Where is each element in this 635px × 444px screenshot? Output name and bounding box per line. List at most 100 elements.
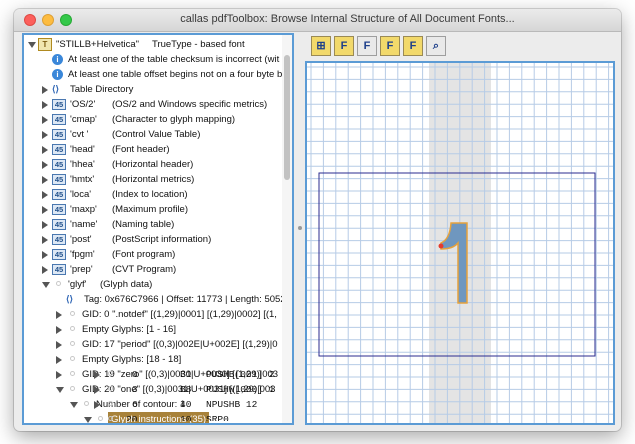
disclosure-right-icon[interactable]: [42, 146, 48, 154]
tree-item-table[interactable]: 45 'head' (Font header): [24, 142, 280, 157]
table-icon: 45: [52, 264, 66, 275]
tree-scrollbar[interactable]: [282, 35, 292, 423]
tree-item-table[interactable]: 45 'hhea' (Horizontal header): [24, 157, 280, 172]
table-tag: 'post': [70, 234, 92, 245]
zoom-button[interactable]: [60, 14, 72, 26]
tree-item-glyph-selected[interactable]: GID: 20 "one" [(0,3)|0031|U+0031] [(1,29…: [24, 382, 280, 397]
table-tag: 'hhea': [70, 159, 95, 170]
tree-item-glyph[interactable]: GID: 17 "period" [(0,3)|002E|U+002E] [(1…: [24, 337, 280, 352]
table-icon: 45: [52, 219, 66, 230]
tree-item-glyph[interactable]: Empty Glyphs: [18 - 18]: [24, 352, 280, 367]
tree-item-label: GID: 17 "period" [(0,3)|002E|U+002E] [(1…: [82, 339, 278, 350]
table-icon: 45: [52, 99, 66, 110]
node-dot-icon: [84, 401, 89, 406]
zoom-icon[interactable]: ⌕: [426, 36, 446, 56]
disclosure-right-icon[interactable]: [42, 101, 48, 109]
disclosure-down-icon[interactable]: [56, 387, 64, 393]
tree-item-glyph[interactable]: Empty Glyphs: [1 - 16]: [24, 322, 280, 337]
tree-warning[interactable]: i At least one table offset begins not o…: [24, 67, 283, 82]
disclosure-right-icon[interactable]: [42, 86, 48, 94]
tree-warning[interactable]: i At least one of the table checksum is …: [24, 52, 280, 67]
disclosure-right-icon[interactable]: [42, 266, 48, 274]
tree-item-instructions[interactable]: Glyph instructions (35): [24, 412, 280, 423]
tree-item-label: Empty Glyphs: [1 - 16]: [82, 324, 176, 335]
disclosure-right-icon[interactable]: [42, 161, 48, 169]
disclosure-right-icon[interactable]: [56, 326, 62, 334]
disclosure-down-icon[interactable]: [70, 402, 78, 408]
tree-item-table[interactable]: 45 'cvt ' (Control Value Table): [24, 127, 280, 142]
tree-item-table[interactable]: 45 'cmap' (Character to glyph mapping): [24, 112, 280, 127]
tree-item-glyf[interactable]: 'glyf' (Glyph data): [24, 277, 280, 292]
tree-item-table-directory[interactable]: ⟨⟩ Table Directory: [24, 82, 280, 97]
glyph-canvas[interactable]: [305, 61, 615, 425]
disclosure-right-icon[interactable]: [42, 206, 48, 214]
tree-root[interactable]: T "STILLB+Helvetica" TrueType - based fo…: [24, 37, 280, 52]
disclosure-right-icon[interactable]: [42, 116, 48, 124]
table-icon: 45: [52, 159, 66, 170]
tree-item-table[interactable]: 45 'hmtx' (Horizontal metrics): [24, 172, 280, 187]
scrollbar-thumb[interactable]: [284, 55, 290, 180]
table-tag: 'OS/2': [70, 99, 96, 110]
tree-item-table[interactable]: 45 'post' (PostScript information): [24, 232, 280, 247]
disclosure-down-icon[interactable]: [84, 417, 92, 423]
table-desc: (PostScript information): [112, 234, 212, 245]
glyph-view: [307, 63, 613, 423]
font-hinting-icon[interactable]: F: [403, 36, 423, 56]
disclosure-right-icon[interactable]: [42, 221, 48, 229]
disclosure-right-icon[interactable]: [42, 251, 48, 259]
glyph-panel: ⊞ F F F F ⌕: [305, 33, 615, 425]
font-icon[interactable]: F: [357, 36, 377, 56]
tree-item-table[interactable]: 45 'loca' (Index to location): [24, 187, 280, 202]
table-desc: (Control Value Table): [112, 129, 201, 140]
disclosure-right-icon[interactable]: [56, 311, 62, 319]
disclosure-right-icon[interactable]: [42, 191, 48, 199]
app-window: callas pdfToolbox: Browse Internal Struc…: [14, 9, 621, 431]
table-tag: 'hmtx': [70, 174, 95, 185]
node-dot-icon: [70, 371, 75, 376]
tree-item-glyf-info[interactable]: ⟨⟩ Tag: 0x676C7966 | Offset: 11773 | Len…: [24, 292, 286, 307]
table-tag: 'glyf': [68, 279, 87, 290]
font-outline-icon[interactable]: F: [334, 36, 354, 56]
disclosure-right-icon[interactable]: [42, 176, 48, 184]
table-tag: 'head': [70, 144, 95, 155]
table-desc: (Glyph data): [100, 279, 153, 290]
title-bar[interactable]: callas pdfToolbox: Browse Internal Struc…: [14, 9, 621, 32]
tag-icon: ⟨⟩: [52, 84, 60, 94]
splitter-grip-icon[interactable]: [298, 226, 302, 230]
disclosure-right-icon[interactable]: [42, 131, 48, 139]
warning-text: At least one table offset begins not on …: [68, 69, 283, 80]
table-icon: 45: [52, 174, 66, 185]
panel-splitter[interactable]: [297, 33, 303, 425]
tree-item-glyph[interactable]: GID: 19 "zero" [(0,3)|0030|U+0030] [(1,2…: [24, 367, 280, 382]
tree-item-glyph[interactable]: GID: 0 ".notdef" [(1,29)|0001] [(1,29)|0…: [24, 307, 280, 322]
tree-item-label: Tag: 0x676C7966 | Offset: 11773 | Length…: [84, 294, 286, 305]
tree-item-label: Glyph instructions (35): [108, 412, 210, 423]
tree-item-table[interactable]: 45 'name' (Naming table): [24, 217, 280, 232]
warning-text: At least one of the table checksum is in…: [68, 54, 280, 65]
truetype-font-icon: T: [38, 38, 52, 51]
disclosure-right-icon[interactable]: [56, 356, 62, 364]
grid-icon[interactable]: ⊞: [311, 36, 331, 56]
disclosure-right-icon[interactable]: [56, 371, 62, 379]
font-type: TrueType - based font: [152, 39, 245, 50]
structure-tree[interactable]: T "STILLB+Helvetica" TrueType - based fo…: [22, 33, 294, 425]
tag-icon: ⟨⟩: [66, 294, 74, 304]
font-points-icon[interactable]: F: [380, 36, 400, 56]
minimize-button[interactable]: [42, 14, 54, 26]
font-name: "STILLB+Helvetica": [56, 39, 140, 50]
table-desc: (Index to location): [112, 189, 188, 200]
tree-item-table[interactable]: 45 'prep' (CVT Program): [24, 262, 280, 277]
disclosure-down-icon[interactable]: [42, 282, 50, 288]
tree-item-table[interactable]: 45 'fpgm' (Font program): [24, 247, 280, 262]
tree-item-contours[interactable]: Number of contour: 1: [24, 397, 280, 412]
node-dot-icon: [70, 326, 75, 331]
tree-item-table[interactable]: 45 'maxp' (Maximum profile): [24, 202, 280, 217]
tree-item-label: Number of contour: 1: [96, 399, 186, 410]
close-button[interactable]: [24, 14, 36, 26]
disclosure-down-icon[interactable]: [28, 42, 36, 48]
disclosure-right-icon[interactable]: [56, 341, 62, 349]
table-icon: 45: [52, 204, 66, 215]
disclosure-right-icon[interactable]: [42, 236, 48, 244]
table-icon: 45: [52, 234, 66, 245]
tree-item-table[interactable]: 45 'OS/2' (OS/2 and Windows specific met…: [24, 97, 280, 112]
